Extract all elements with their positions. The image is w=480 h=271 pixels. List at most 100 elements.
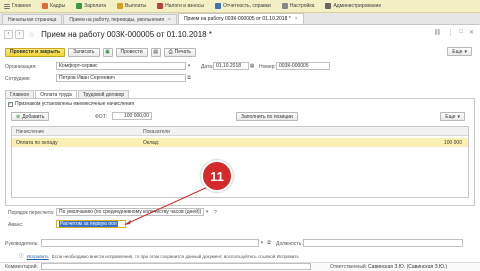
link-icon[interactable]: ⛓ <box>434 29 442 36</box>
chevron-down-icon[interactable]: ▾ <box>259 239 265 247</box>
comment-bar: Комментарий: Ответственный: Савинская З.… <box>0 262 480 271</box>
fot-field: 100 000,00 <box>112 112 152 120</box>
chevron-down-icon: ▾ <box>457 113 460 120</box>
fot-value: 100 000,00 <box>123 113 149 119</box>
docs-icon: ▤ <box>153 49 158 55</box>
position-field[interactable] <box>303 239 463 247</box>
post-and-close-button[interactable]: Провести и закрыть <box>5 47 66 57</box>
more-label: Еще <box>445 113 456 120</box>
back-button[interactable]: ‹ <box>4 29 13 39</box>
tab-label: Прием на работу 003К-000005 от 01.10.201… <box>183 16 291 22</box>
advance-value: Расчетом за первую пол <box>59 221 118 227</box>
payments-icon <box>117 3 124 9</box>
forward-button[interactable]: › <box>15 29 24 39</box>
save-button[interactable]: Записать <box>68 47 100 57</box>
table-row[interactable]: Оплата по окладу Оклад: 100 000 <box>12 138 468 147</box>
number-value: 003К-000005 <box>279 63 309 69</box>
comment-field[interactable] <box>41 263 311 270</box>
menu-item-salary[interactable]: Зарплата <box>76 3 106 9</box>
open-icon[interactable]: ⧉ <box>186 74 192 82</box>
print-label: Печать <box>174 49 192 55</box>
menu-label: Кадры <box>50 3 66 9</box>
col-accrual: Начисление <box>16 129 45 135</box>
annotation-number: 11 <box>210 168 224 184</box>
chevron-down-icon: ▾ <box>464 48 467 55</box>
gear-icon <box>281 3 288 9</box>
main-menu-bar: Главное Кадры Зарплата Выплаты Налоги и … <box>0 0 480 13</box>
comment-label: Комментарий: <box>5 264 38 270</box>
close-icon[interactable]: × <box>168 17 171 23</box>
menu-item-hr[interactable]: Кадры <box>42 3 65 9</box>
chevron-down-icon[interactable]: ▾ <box>204 208 210 216</box>
title-row: ‹ › ☆ Прием на работу 003К-000005 от 01.… <box>4 28 212 40</box>
number-field[interactable]: 003К-000005 <box>276 62 330 70</box>
tab-label: Прием на работу, переводы, увольнения <box>69 16 165 23</box>
fot-label: ФОТ: <box>95 114 108 120</box>
menu-label: Настройка <box>289 3 315 9</box>
employee-field[interactable]: Петров Иван Сергеевич <box>56 74 186 82</box>
more-label: Еще <box>452 48 463 55</box>
post-icon-button[interactable]: ▣ <box>102 47 113 57</box>
responsible-value: Савинская З.Ю. (Савинская З.Ю.) <box>368 264 448 270</box>
close-icon[interactable]: × <box>295 16 298 22</box>
more-icon[interactable]: ⋮ <box>447 29 453 36</box>
tab-hiring-list[interactable]: Прием на работу, переводы, увольнения × <box>63 14 177 24</box>
menu-label: Зарплата <box>84 3 107 9</box>
advance-field[interactable]: Расчетом за первую пол <box>56 220 126 228</box>
date-field[interactable]: 01.10.2018 <box>213 62 249 70</box>
chevron-down-icon[interactable]: ▾ <box>186 62 192 70</box>
more-button[interactable]: Еще ▾ <box>447 47 472 56</box>
reports-icon <box>215 3 221 9</box>
window-controls: ⛓ ⋮ □ ✕ <box>428 29 474 36</box>
org-field[interactable]: Комфорт-сервис <box>56 62 186 70</box>
maximize-icon[interactable]: □ <box>459 29 463 36</box>
tab-home[interactable]: Начальная страница <box>2 14 63 24</box>
org-label: Организация: <box>5 64 37 70</box>
org-value: Комфорт-сервис <box>59 63 98 69</box>
star-icon[interactable]: ☆ <box>28 30 35 39</box>
menu-item-main[interactable]: Главное <box>4 3 31 9</box>
salary-icon <box>76 3 83 9</box>
annotation-marker: 11 <box>201 160 233 192</box>
close-icon[interactable]: ✕ <box>469 29 474 36</box>
taxes-icon <box>157 3 164 9</box>
admin-icon <box>325 3 332 9</box>
advance-label: Аванс: <box>8 222 24 228</box>
add-button[interactable]: ⊕ Добавить <box>11 112 50 121</box>
grid-more-button[interactable]: Еще ▾ <box>440 112 465 121</box>
monthly-accruals-checkbox[interactable]: ✓ Признаком установлены ежемесячные начи… <box>8 101 134 107</box>
table-header: Начисление Показатели <box>12 127 468 136</box>
fill-by-position-button[interactable]: Заполнить по позиции <box>236 112 298 121</box>
recalc-select[interactable]: По умолчанию (по среднедневному количест… <box>56 208 204 216</box>
employee-label: Сотрудник: <box>5 76 31 82</box>
tab-label: Начальная страница <box>8 16 57 23</box>
cell-value: 100 000 <box>443 140 462 146</box>
responsible-label: Ответственный: <box>330 264 368 270</box>
menu-item-settings[interactable]: Настройка <box>281 3 315 9</box>
employee-value: Петров Иван Сергеевич <box>59 75 115 81</box>
window-tabs: Начальная страница Прием на работу, пере… <box>0 13 480 25</box>
post-button[interactable]: Провести <box>115 47 148 57</box>
menu-label: Выплаты <box>125 3 147 9</box>
recalc-label: Порядок пересчета: <box>8 210 55 216</box>
tab-hiring-doc[interactable]: Прием на работу 003К-000005 от 01.10.201… <box>177 13 304 24</box>
menu-item-taxes[interactable]: Налоги и взносы <box>157 3 204 9</box>
cell-accrual: Оплата по окладу <box>16 140 58 146</box>
menu-item-payments[interactable]: Выплаты <box>117 3 146 9</box>
menu-label: Налоги и взносы <box>165 3 204 9</box>
plus-icon: ⊕ <box>16 113 21 120</box>
date-label: Дата: <box>201 64 214 70</box>
help-icon[interactable]: ? <box>214 210 217 216</box>
calendar-icon[interactable]: ▦ <box>249 62 255 70</box>
people-icon <box>42 3 49 9</box>
toolbar: Провести и закрыть Записать ▣ Провести ▤… <box>5 47 199 57</box>
fix-link[interactable]: Исправить <box>27 254 49 259</box>
print-button[interactable]: ⎙ Печать <box>163 47 197 57</box>
post-icon: ▣ <box>105 49 110 55</box>
related-docs-button[interactable]: ▤ <box>150 47 161 57</box>
menu-item-admin[interactable]: Администрирование <box>325 3 381 9</box>
hint-text: Если необходимо внести исправления, то п… <box>51 253 299 259</box>
open-icon[interactable]: ⧉ <box>266 239 272 247</box>
menu-item-reports[interactable]: Отчетность, справки <box>215 3 271 9</box>
head-field[interactable] <box>41 239 259 247</box>
